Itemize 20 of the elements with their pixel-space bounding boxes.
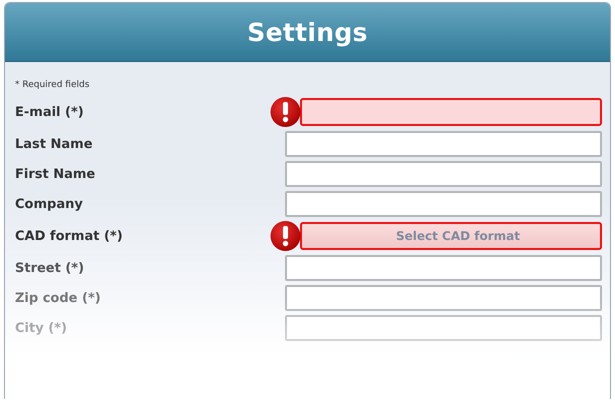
required-note: * Required fields <box>15 80 90 90</box>
select-button[interactable]: Select CAD format <box>300 222 602 250</box>
field-label: First Name <box>15 166 96 182</box>
input-field[interactable] <box>285 191 602 217</box>
input-field[interactable] <box>300 98 602 126</box>
input-field[interactable] <box>285 285 602 311</box>
input-field[interactable] <box>285 315 602 341</box>
error-icon <box>270 220 301 252</box>
field-label: Zip code (*) <box>15 290 101 306</box>
field-label: E-mail (*) <box>15 104 84 120</box>
field-label: Street (*) <box>15 260 84 276</box>
error-icon <box>270 96 301 128</box>
field-label: Last Name <box>15 136 93 152</box>
field-label: CAD format (*) <box>15 228 123 244</box>
input-field[interactable] <box>285 255 602 281</box>
input-field[interactable] <box>285 131 602 157</box>
input-field[interactable] <box>285 161 602 187</box>
field-label: Company <box>15 196 83 212</box>
window-title: Settings <box>247 18 368 46</box>
field-label: City (*) <box>15 320 67 336</box>
